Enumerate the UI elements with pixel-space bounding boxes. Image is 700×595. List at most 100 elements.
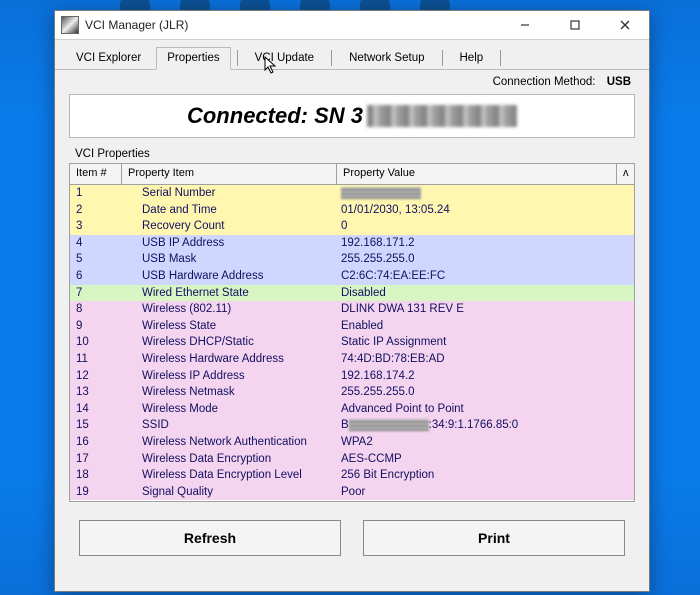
col-property-value[interactable]: Property Value bbox=[337, 164, 617, 184]
table-row[interactable]: 15SSIDB:34:9:1.1766.85:0 bbox=[70, 417, 634, 434]
app-window: VCI Manager (JLR) VCI Explorer Propertie… bbox=[54, 10, 650, 592]
refresh-button[interactable]: Refresh bbox=[79, 520, 341, 556]
cell-item-number: 15 bbox=[70, 417, 122, 434]
tab-vci-update[interactable]: VCI Update bbox=[244, 47, 325, 70]
table-row[interactable]: 1Serial Number bbox=[70, 185, 634, 202]
cell-property-value: 192.168.174.2 bbox=[337, 368, 617, 385]
cell-property-value: B:34:9:1.1766.85:0 bbox=[337, 417, 617, 434]
cell-property-value: AES-CCMP bbox=[337, 451, 617, 468]
cell-item-number: 8 bbox=[70, 301, 122, 318]
cell-property-item: Wireless State bbox=[122, 318, 337, 335]
tab-separator bbox=[442, 50, 443, 66]
cell-item-number: 6 bbox=[70, 268, 122, 285]
table-row[interactable]: 12Wireless IP Address192.168.174.2 bbox=[70, 368, 634, 385]
close-button[interactable] bbox=[603, 12, 647, 38]
cell-property-item: Date and Time bbox=[122, 202, 337, 219]
maximize-icon bbox=[570, 20, 580, 30]
table-row[interactable]: 11Wireless Hardware Address74:4D:BD:78:E… bbox=[70, 351, 634, 368]
cell-item-number: 9 bbox=[70, 318, 122, 335]
table-row[interactable]: 18Wireless Data Encryption Level256 Bit … bbox=[70, 467, 634, 484]
tab-separator bbox=[331, 50, 332, 66]
table-row[interactable]: 14Wireless ModeAdvanced Point to Point bbox=[70, 401, 634, 418]
col-property-item[interactable]: Property Item bbox=[122, 164, 337, 184]
cell-item-number: 3 bbox=[70, 218, 122, 235]
cell-item-number: 13 bbox=[70, 384, 122, 401]
col-item-number[interactable]: Item # bbox=[70, 164, 122, 184]
status-text: Connected: SN 3 bbox=[187, 103, 363, 129]
table-row[interactable]: 6USB Hardware AddressC2:6C:74:EA:EE:FC bbox=[70, 268, 634, 285]
cell-item-number: 7 bbox=[70, 285, 122, 302]
cell-item-number: 11 bbox=[70, 351, 122, 368]
cell-property-item: USB Hardware Address bbox=[122, 268, 337, 285]
tab-network-setup[interactable]: Network Setup bbox=[338, 47, 435, 70]
cell-property-value: DLINK DWA 131 REV E bbox=[337, 301, 617, 318]
cell-property-value: Disabled bbox=[337, 285, 617, 302]
cell-property-value: Advanced Point to Point bbox=[337, 401, 617, 418]
cell-item-number: 19 bbox=[70, 484, 122, 501]
properties-table: Item # Property Item Property Value ʌ 1S… bbox=[69, 163, 635, 502]
cell-property-item: Wired Ethernet State bbox=[122, 285, 337, 302]
cell-item-number: 5 bbox=[70, 251, 122, 268]
connection-method-value: USB bbox=[607, 76, 631, 88]
cell-property-item: Wireless DHCP/Static bbox=[122, 334, 337, 351]
cell-item-number: 10 bbox=[70, 334, 122, 351]
cell-property-item: Serial Number bbox=[122, 185, 337, 202]
cell-property-value: 192.168.171.2 bbox=[337, 235, 617, 252]
table-header: Item # Property Item Property Value ʌ bbox=[70, 164, 634, 185]
cell-property-item: Wireless IP Address bbox=[122, 368, 337, 385]
button-bar: Refresh Print bbox=[55, 502, 649, 568]
scroll-up-icon[interactable]: ʌ bbox=[617, 164, 634, 184]
cell-property-value: 255.255.255.0 bbox=[337, 251, 617, 268]
table-row[interactable]: 8Wireless (802.11)DLINK DWA 131 REV E bbox=[70, 301, 634, 318]
table-row[interactable]: 10Wireless DHCP/StaticStatic IP Assignme… bbox=[70, 334, 634, 351]
cell-item-number: 16 bbox=[70, 434, 122, 451]
table-row[interactable]: 2Date and Time01/01/2030, 13:05.24 bbox=[70, 202, 634, 219]
minimize-button[interactable] bbox=[503, 12, 547, 38]
cell-property-item: Wireless Netmask bbox=[122, 384, 337, 401]
cell-property-item: Wireless Data Encryption Level bbox=[122, 467, 337, 484]
redacted-value bbox=[341, 187, 421, 199]
cell-property-item: USB Mask bbox=[122, 251, 337, 268]
cell-property-item: Wireless Mode bbox=[122, 401, 337, 418]
cell-property-value: Enabled bbox=[337, 318, 617, 335]
cell-item-number: 12 bbox=[70, 368, 122, 385]
cell-property-value: C2:6C:74:EA:EE:FC bbox=[337, 268, 617, 285]
redacted-value bbox=[349, 419, 429, 431]
table-row[interactable]: 3Recovery Count0 bbox=[70, 218, 634, 235]
tab-properties[interactable]: Properties bbox=[156, 47, 230, 70]
titlebar: VCI Manager (JLR) bbox=[55, 11, 649, 40]
cell-item-number: 1 bbox=[70, 185, 122, 202]
table-row[interactable]: 19Signal QualityPoor bbox=[70, 484, 634, 501]
tab-separator bbox=[500, 50, 501, 66]
cell-item-number: 4 bbox=[70, 235, 122, 252]
maximize-button[interactable] bbox=[553, 12, 597, 38]
cell-property-value: 256 Bit Encryption bbox=[337, 467, 617, 484]
tab-bar: VCI Explorer Properties VCI Update Netwo… bbox=[55, 40, 649, 70]
cell-property-value: Poor bbox=[337, 484, 617, 501]
print-button[interactable]: Print bbox=[363, 520, 625, 556]
cell-property-item: USB IP Address bbox=[122, 235, 337, 252]
cell-property-item: Signal Quality bbox=[122, 484, 337, 501]
cell-property-item: Wireless Network Authentication bbox=[122, 434, 337, 451]
tab-help[interactable]: Help bbox=[449, 47, 495, 70]
table-row[interactable]: 17Wireless Data EncryptionAES-CCMP bbox=[70, 451, 634, 468]
table-row[interactable]: 16Wireless Network AuthenticationWPA2 bbox=[70, 434, 634, 451]
table-row[interactable]: 9Wireless StateEnabled bbox=[70, 318, 634, 335]
minimize-icon bbox=[520, 20, 530, 30]
table-body[interactable]: 1Serial Number2Date and Time01/01/2030, … bbox=[70, 185, 634, 501]
app-icon bbox=[61, 16, 79, 34]
table-row[interactable]: 13Wireless Netmask255.255.255.0 bbox=[70, 384, 634, 401]
cell-property-item: Recovery Count bbox=[122, 218, 337, 235]
cell-property-value: WPA2 bbox=[337, 434, 617, 451]
connection-method: Connection Method: USB bbox=[55, 70, 649, 90]
cell-property-value: 255.255.255.0 bbox=[337, 384, 617, 401]
cell-item-number: 17 bbox=[70, 451, 122, 468]
table-row[interactable]: 4USB IP Address192.168.171.2 bbox=[70, 235, 634, 252]
table-row[interactable]: 7Wired Ethernet StateDisabled bbox=[70, 285, 634, 302]
connection-method-label: Connection Method: bbox=[493, 76, 596, 88]
cell-property-item: Wireless Hardware Address bbox=[122, 351, 337, 368]
tab-vci-explorer[interactable]: VCI Explorer bbox=[65, 47, 152, 70]
table-row[interactable]: 5USB Mask255.255.255.0 bbox=[70, 251, 634, 268]
cell-property-item: Wireless (802.11) bbox=[122, 301, 337, 318]
window-title: VCI Manager (JLR) bbox=[85, 18, 497, 32]
